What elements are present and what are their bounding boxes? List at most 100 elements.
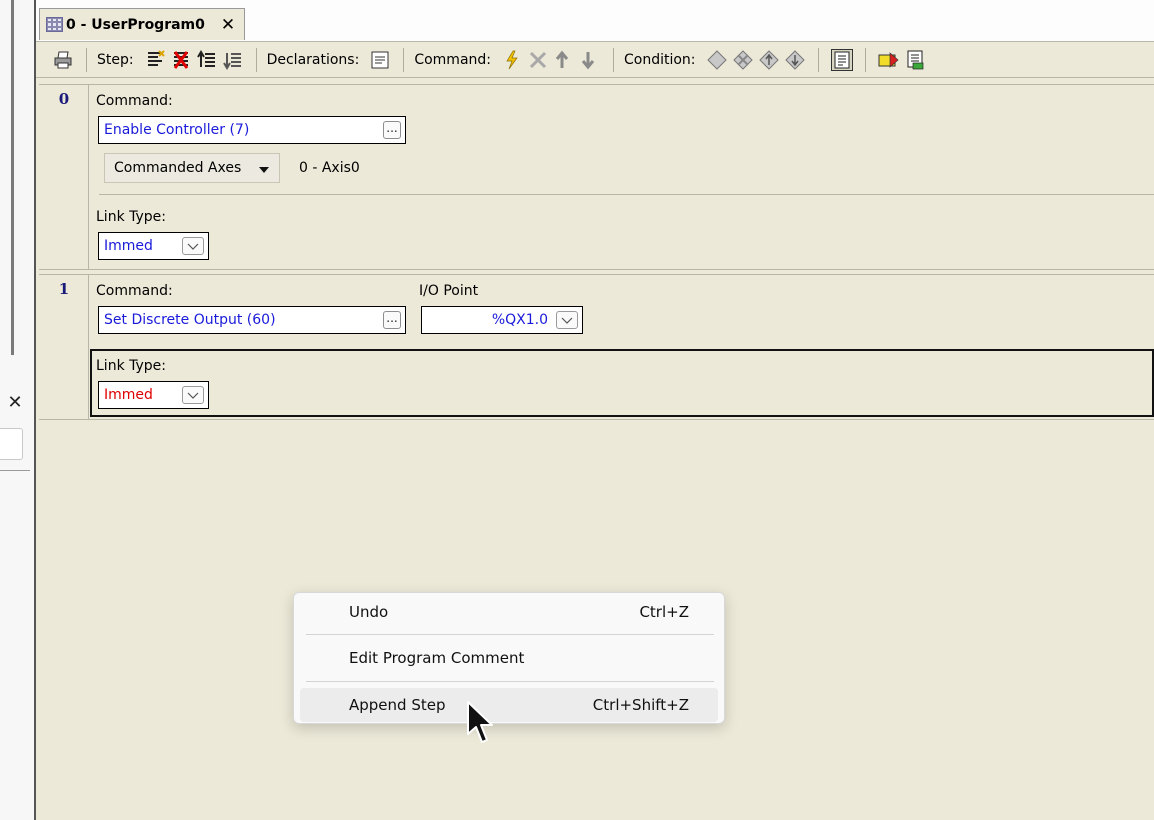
delete-condition-icon [732,49,753,70]
command-label: Command: [414,51,491,68]
step-number: 0 [58,90,70,108]
comment-icon [834,51,850,68]
move-step-down-button[interactable] [222,49,244,71]
menu-separator [306,634,714,635]
move-step-up-button[interactable] [196,49,218,71]
toolbar-separator [403,47,405,72]
print-button[interactable] [52,49,74,71]
step-row-1[interactable]: 1 Command: Set Discrete Output (60) ... … [39,274,1154,420]
condition-label: Condition: [624,51,696,68]
io-point-dropdown-button[interactable] [556,311,578,329]
command-field[interactable]: Set Discrete Output (60) ... [98,306,406,334]
menu-item-append-step[interactable]: Append Step Ctrl+Shift+Z [300,688,718,722]
menu-item-label: Undo [349,603,389,621]
link-type-field[interactable]: Immed [98,232,209,260]
condition-down-icon [784,49,805,70]
declarations-icon [371,51,389,68]
delete-condition-button[interactable] [732,49,754,71]
move-step-up-icon [196,49,215,67]
mouse-cursor-icon [467,701,493,743]
menu-item-undo[interactable]: Undo Ctrl+Z [300,595,718,629]
simulate-icon [878,51,899,68]
chevron-down-icon [187,392,199,399]
delete-step-button[interactable] [170,49,192,71]
lightning-icon [506,50,518,69]
dropdown-arrow-icon [259,167,269,173]
link-type-field[interactable]: Immed [98,381,209,409]
condition-icon [706,49,727,70]
toolbar-separator [255,47,257,72]
delete-step-icon [173,50,188,69]
command-value: Set Discrete Output (60) [104,312,276,328]
io-point-field[interactable]: %QX1.0 [421,306,583,334]
tab-userprogram0[interactable]: 0 - UserProgram0 ✕ [39,8,245,40]
step-row-0[interactable]: 0 Command: Enable Controller (7) ... Com… [39,84,1154,270]
chevron-down-icon [561,317,573,324]
command-browse-button[interactable]: ... [383,121,401,139]
add-condition-button[interactable] [706,49,728,71]
declarations-button[interactable] [369,49,391,71]
command-field-label: Command: [96,283,173,299]
program-grid-icon [46,17,63,32]
insert-step-icon [147,49,165,66]
condition-up-icon [758,49,779,70]
link-type-dropdown-button[interactable] [182,237,204,255]
link-type-value: Immed [104,238,153,254]
delete-command-icon [529,51,547,68]
editor-toolbar: Step: Declarations: Command: Condition: [36,41,1154,78]
tab-strip: 0 - UserProgram0 ✕ [36,0,1154,41]
step-section-divider [99,194,1154,195]
commanded-axes-dropdown[interactable]: Commanded Axes [104,153,280,183]
menu-separator [306,681,714,682]
command-value: Enable Controller (7) [104,122,250,138]
report-button[interactable] [904,49,926,71]
menu-item-edit-program-comment[interactable]: Edit Program Comment [300,641,718,675]
move-condition-down-button[interactable] [784,49,806,71]
command-browse-button[interactable]: ... [383,311,401,329]
insert-step-button[interactable] [144,49,166,71]
left-panel-scrollbar[interactable] [11,0,14,355]
context-menu: Undo Ctrl+Z Edit Program Comment Append … [293,592,725,724]
link-type-value: Immed [104,387,153,403]
tab-close-icon[interactable]: ✕ [221,15,235,35]
tab-title: 0 - UserProgram0 [66,16,205,33]
delete-command-button[interactable] [527,49,549,71]
move-step-down-icon [222,52,241,70]
command-field-label: Command: [96,93,173,109]
commanded-axes-label: Commanded Axes [114,160,242,176]
step-number-column: 0 [39,85,89,269]
io-point-value: %QX1.0 [491,312,548,328]
link-type-section-selected[interactable] [90,349,1154,417]
toolbar-separator [86,47,87,72]
chevron-down-icon [187,243,199,250]
step-number: 1 [58,280,70,298]
comment-view-button[interactable] [830,48,853,71]
left-panel-field[interactable] [0,428,23,460]
simulate-button[interactable] [878,49,900,71]
left-dock-panel: ✕ [0,0,36,820]
move-command-down-button[interactable] [579,49,601,71]
menu-item-label: Append Step [349,696,446,714]
printer-icon [54,51,72,68]
link-type-label: Link Type: [96,209,166,225]
report-icon [907,50,923,69]
toolbar-separator [613,47,614,72]
step-number-column: 1 [39,275,89,419]
move-condition-up-button[interactable] [758,49,780,71]
add-command-button[interactable] [501,49,523,71]
toolbar-separator [864,47,866,72]
left-panel-divider [0,470,30,471]
menu-item-shortcut: Ctrl+Z [639,603,689,621]
link-type-label: Link Type: [96,358,166,374]
io-point-label: I/O Point [419,283,479,299]
left-panel-close-icon[interactable]: ✕ [4,392,26,414]
menu-item-label: Edit Program Comment [349,649,525,667]
toolbar-separator [817,47,819,72]
move-command-up-button[interactable] [553,49,575,71]
link-type-dropdown-button[interactable] [182,386,204,404]
menu-item-shortcut: Ctrl+Shift+Z [592,696,689,714]
arrow-up-icon [555,50,569,68]
axis-value: 0 - Axis0 [299,160,360,176]
arrow-down-icon [581,51,595,69]
command-field[interactable]: Enable Controller (7) ... [98,116,406,144]
